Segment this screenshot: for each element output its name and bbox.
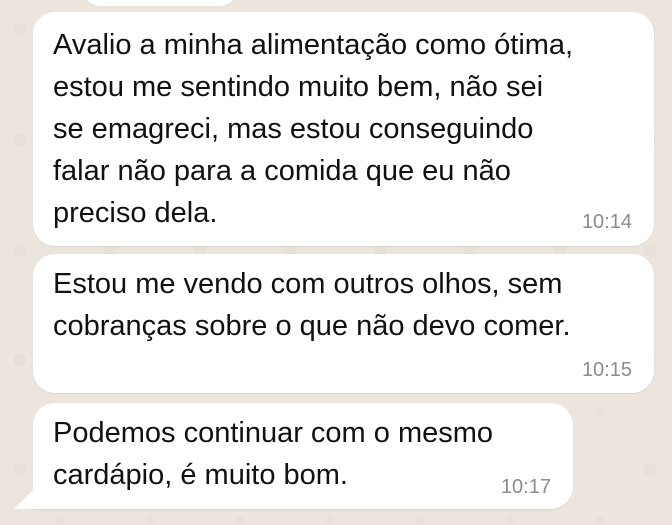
previous-message-bubble-edge — [80, 0, 240, 6]
message-timestamp: 10:14 — [581, 211, 632, 233]
message-bubble[interactable]: Estou me vendo com outros olhos, sem cob… — [33, 254, 654, 393]
message-bubble[interactable]: Podemos continuar com o mesmo cardápio, … — [33, 403, 573, 509]
message-timestamp: 10:17 — [500, 476, 551, 498]
message-text: Podemos continuar com o mesmo cardápio, … — [53, 417, 494, 491]
message-bubble[interactable]: Avalio a minha alimentação como ótima, e… — [33, 12, 654, 246]
message-text: Estou me vendo com outros olhos, sem cob… — [53, 268, 571, 342]
message-text: Avalio a minha alimentação como ótima, e… — [53, 29, 574, 229]
message-timestamp: 10:15 — [581, 359, 632, 381]
